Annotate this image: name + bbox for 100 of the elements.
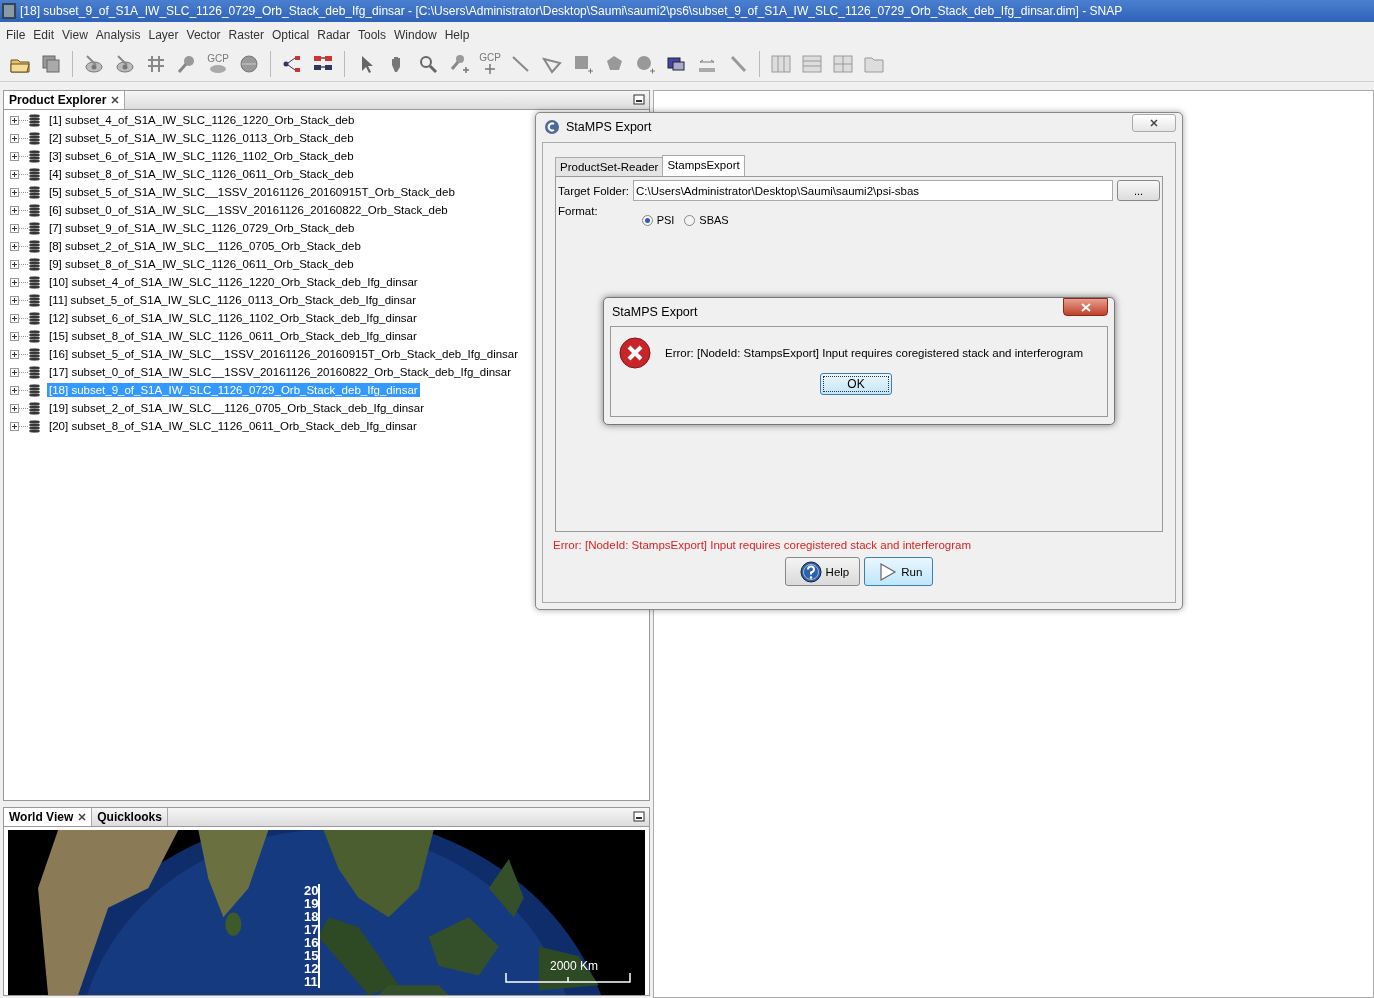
- expand-icon[interactable]: [10, 367, 28, 377]
- database-icon: [28, 257, 41, 271]
- tree-item[interactable]: [2] subset_5_of_S1A_IW_SLC_1126_0113_Orb_Stack_deb: [47, 131, 356, 145]
- help-button[interactable]: Help: [784, 557, 861, 586]
- footprint-label: 20: [304, 884, 319, 897]
- dialog-title: StaMPS Export: [612, 305, 698, 319]
- menu-item[interactable]: Layer: [144, 28, 183, 42]
- tab[interactable]: ProductSet-Reader: [555, 157, 664, 176]
- app-icon: [544, 119, 560, 135]
- menu-item[interactable]: Tools: [353, 28, 390, 42]
- browse-button[interactable]: ...: [1117, 180, 1160, 201]
- database-icon: [28, 347, 41, 361]
- folder-field[interactable]: C:\Users\Administrator\Desktop\Saumi\saumi2\psi-sbas: [632, 180, 1113, 201]
- expand-icon[interactable]: [10, 331, 28, 341]
- expand-icon[interactable]: [10, 115, 28, 125]
- expand-icon[interactable]: [10, 187, 28, 197]
- expand-icon[interactable]: [10, 349, 28, 359]
- menu-item[interactable]: Raster: [224, 28, 268, 42]
- close-icon[interactable]: [78, 813, 87, 821]
- menu-item[interactable]: Vector: [182, 28, 225, 42]
- tree-item[interactable]: [3] subset_6_of_S1A_IW_SLC_1126_1102_Orb_Stack_deb: [47, 149, 356, 163]
- expand-icon[interactable]: [10, 241, 28, 251]
- database-icon: [28, 167, 41, 181]
- menu-item[interactable]: Analysis: [91, 28, 145, 42]
- database-icon: [28, 329, 41, 343]
- eye-icon[interactable]: [83, 52, 105, 75]
- tree-item[interactable]: [8] subset_2_of_S1A_IW_SLC__1126_0705_Orb_Stack_deb: [47, 239, 363, 253]
- database-icon: [28, 311, 41, 325]
- error-message: Error: [NodeId: StampsExport] Input requires coregistered stack and interferogram: [665, 347, 1084, 359]
- menu-item[interactable]: Help: [440, 28, 474, 42]
- expand-icon[interactable]: [10, 295, 28, 305]
- field-label: Format:: [558, 205, 598, 217]
- expand-icon[interactable]: [10, 313, 28, 323]
- expand-icon[interactable]: [10, 169, 28, 179]
- tree-item[interactable]: [17] subset_0_of_S1A_IW_SLC__1SSV_20161126_20160822_Orb_Stack_deb_Ifg_dinsar: [47, 365, 514, 379]
- app-icon: [2, 3, 16, 19]
- expand-icon[interactable]: [10, 151, 28, 161]
- database-icon: [28, 131, 41, 145]
- close-icon[interactable]: [1150, 119, 1158, 127]
- eye-icon[interactable]: [114, 52, 136, 75]
- expand-icon[interactable]: [10, 223, 28, 233]
- database-icon: [28, 113, 41, 127]
- database-icon: [28, 401, 41, 415]
- radio-option[interactable]: PSI: [641, 214, 675, 226]
- database-icon: [28, 293, 41, 307]
- tree-item[interactable]: [7] subset_9_of_S1A_IW_SLC_1126_0729_Orb_Stack_deb: [47, 221, 357, 235]
- footprint-label: 15: [304, 949, 319, 962]
- play-icon: [879, 561, 898, 582]
- footprint-label: 12: [304, 962, 319, 975]
- menu-item[interactable]: View: [58, 28, 92, 42]
- tree-item[interactable]: [12] subset_6_of_S1A_IW_SLC_1126_1102_Orb_Stack_deb_Ifg_dinsar: [47, 311, 419, 325]
- tile-icon[interactable]: [832, 52, 854, 75]
- menu-item[interactable]: Window: [390, 28, 441, 42]
- close-icon[interactable]: [111, 96, 120, 104]
- database-icon: [28, 419, 41, 433]
- footprint-label: 17: [304, 923, 319, 936]
- footprint-label: 11: [304, 975, 319, 988]
- database-icon: [28, 221, 41, 235]
- panel-tab[interactable]: World View: [4, 808, 93, 826]
- expand-icon[interactable]: [10, 403, 28, 413]
- tree-item[interactable]: [15] subset_8_of_S1A_IW_SLC_1126_0611_Orb_Stack_deb_Ifg_dinsar: [47, 329, 419, 343]
- expand-icon[interactable]: [10, 205, 28, 215]
- menu-item[interactable]: File: [2, 28, 30, 42]
- tree-item[interactable]: [6] subset_0_of_S1A_IW_SLC__1SSV_20161126_20160822_Orb_Stack_deb: [47, 203, 450, 217]
- database-icon: [28, 185, 41, 199]
- tree-item[interactable]: [16] subset_5_of_S1A_IW_SLC__1SSV_20161126_20160915T_Orb_Stack_deb_Ifg_dinsar: [47, 347, 521, 361]
- menu-item[interactable]: Edit: [29, 28, 59, 42]
- radio-option[interactable]: SBAS: [684, 214, 729, 226]
- expand-icon[interactable]: [10, 259, 28, 269]
- close-button[interactable]: [1063, 298, 1108, 316]
- tree-item[interactable]: [10] subset_4_of_S1A_IW_SLC_1126_1220_Orb_Stack_deb_Ifg_dinsar: [47, 275, 420, 289]
- tile-icon[interactable]: [770, 52, 792, 75]
- tile-icon[interactable]: [801, 52, 823, 75]
- disks-icon[interactable]: [40, 52, 62, 75]
- tree-item[interactable]: [9] subset_8_of_S1A_IW_SLC_1126_0611_Orb_Stack_deb: [47, 257, 356, 271]
- menu-item[interactable]: Optical: [267, 28, 314, 42]
- expand-icon[interactable]: [10, 385, 28, 395]
- tree-item[interactable]: [4] subset_8_of_S1A_IW_SLC_1126_0611_Orb_Stack_deb: [47, 167, 356, 181]
- panel-tab[interactable]: Product Explorer: [4, 91, 126, 109]
- footprint-label: 18: [304, 910, 319, 923]
- database-icon: [28, 275, 41, 289]
- tree-item[interactable]: [20] subset_8_of_S1A_IW_SLC_1126_0611_Orb_Stack_deb_Ifg_dinsar: [47, 419, 419, 433]
- tree-item[interactable]: [11] subset_5_of_S1A_IW_SLC_1126_0113_Orb_Stack_deb_Ifg_dinsar: [47, 293, 418, 307]
- expand-icon[interactable]: [10, 421, 28, 431]
- help-icon: [799, 560, 822, 583]
- field-label: Target Folder:: [558, 184, 629, 197]
- window-title: [18] subset_9_of_S1A_IW_SLC_1126_0729_Orb_Stack_deb_Ifg_dinsar - [C:\Users\Administrator\Desktop\Saumi\saumi2\ps6\subset_9_of_S1A_IW_SLC_1126_0729_Orb_Stack_deb_Ifg_dinsar.dim] - SNAP: [20, 4, 1123, 18]
- database-icon: [28, 239, 41, 253]
- tab[interactable]: StampsExport: [662, 155, 745, 176]
- expand-icon[interactable]: [10, 133, 28, 143]
- expand-icon[interactable]: [10, 277, 28, 287]
- tree-item[interactable]: [19] subset_2_of_S1A_IW_SLC__1126_0705_Orb_Stack_deb_Ifg_dinsar: [47, 401, 427, 415]
- ok-button[interactable]: OK: [820, 373, 892, 395]
- globe-icon[interactable]: [238, 52, 260, 75]
- error-message: Error: [NodeId: StampsExport] Input requires coregistered stack and interferogram: [553, 539, 973, 551]
- tree-item[interactable]: [1] subset_4_of_S1A_IW_SLC_1126_1220_Orb_Stack_deb: [47, 113, 357, 127]
- run-button[interactable]: Run: [864, 557, 934, 586]
- pin-plus-icon[interactable]: [448, 52, 470, 75]
- menu-item[interactable]: Radar: [313, 28, 354, 42]
- tree-item[interactable]: [5] subset_5_of_S1A_IW_SLC__1SSV_20161126_20160915T_Orb_Stack_deb: [47, 185, 457, 199]
